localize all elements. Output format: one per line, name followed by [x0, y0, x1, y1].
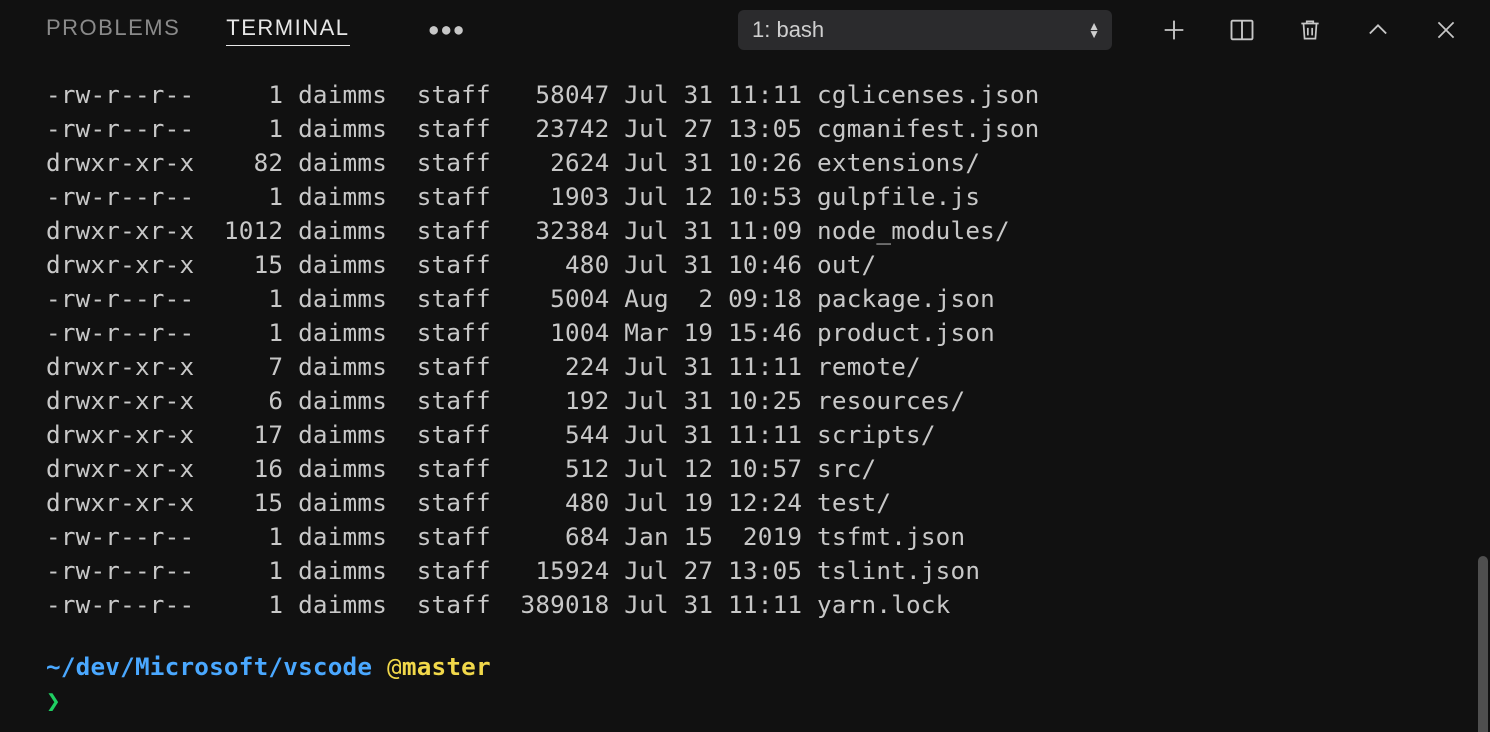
prompt-symbol: ❯: [46, 686, 61, 715]
terminal-select-value: 1: bash: [752, 17, 824, 43]
split-icon: [1228, 16, 1256, 44]
ls-output: -rw-r--r-- 1 daimms staff 58047 Jul 31 1…: [46, 78, 1490, 622]
prompt-branch: master: [402, 652, 491, 681]
tab-terminal[interactable]: TERMINAL: [226, 15, 349, 46]
prompt-symbol-line: ❯: [46, 684, 1490, 718]
close-icon: [1433, 17, 1459, 43]
prompt-line: ~/dev/Microsoft/vscode @master: [46, 650, 1490, 684]
split-terminal-button[interactable]: [1226, 14, 1258, 46]
plus-icon: [1160, 16, 1188, 44]
close-panel-button[interactable]: [1430, 14, 1462, 46]
terminal-select-dropdown[interactable]: 1: bash ▲▼: [738, 10, 1112, 50]
more-icon[interactable]: ●●●: [430, 22, 467, 38]
chevron-updown-icon: ▲▼: [1088, 22, 1100, 38]
terminal-output[interactable]: -rw-r--r-- 1 daimms staff 58047 Jul 31 1…: [0, 60, 1490, 732]
tab-problems[interactable]: PROBLEMS: [46, 15, 180, 45]
panel: PROBLEMS TERMINAL ●●● 1: bash ▲▼: [0, 0, 1490, 732]
panel-header: PROBLEMS TERMINAL ●●● 1: bash ▲▼: [0, 0, 1490, 60]
chevron-up-icon: [1364, 16, 1392, 44]
prompt-path: ~/dev/Microsoft/vscode: [46, 652, 372, 681]
kill-terminal-button[interactable]: [1294, 14, 1326, 46]
maximize-panel-button[interactable]: [1362, 14, 1394, 46]
new-terminal-button[interactable]: [1158, 14, 1190, 46]
scrollbar[interactable]: [1478, 556, 1488, 732]
trash-icon: [1297, 17, 1323, 43]
prompt-at: @: [387, 652, 402, 681]
panel-tabs: PROBLEMS TERMINAL: [46, 15, 350, 46]
terminal-actions: [1158, 14, 1462, 46]
